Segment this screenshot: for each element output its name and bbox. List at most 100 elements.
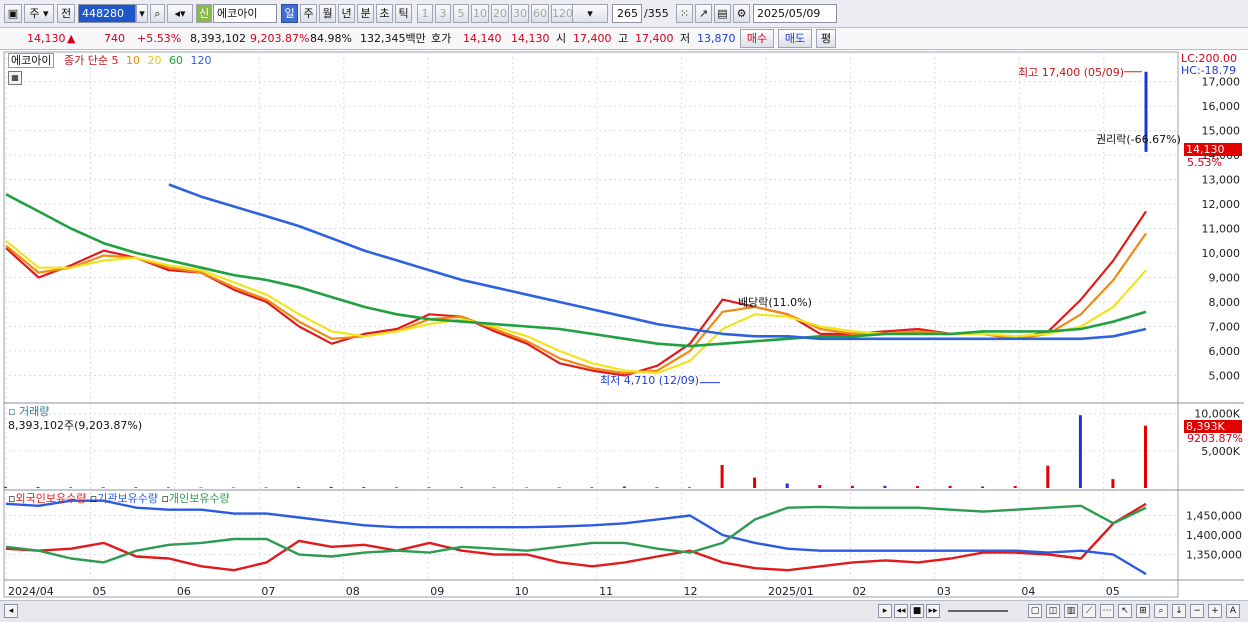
- month-label-1: 05: [92, 585, 106, 598]
- legend-ma20: 20: [147, 54, 162, 67]
- period-select-label: 주: [29, 7, 40, 20]
- volume-bar-30: [981, 486, 985, 488]
- font-size-icon[interactable]: A: [1226, 604, 1240, 618]
- high-value: 17,400: [635, 32, 674, 45]
- holdings-legend: ▫외국인보유수량 ▫기관보유수량 ▫개인보유수량: [8, 492, 230, 505]
- tools-icon[interactable]: ⋯: [1100, 604, 1114, 618]
- legend-foreign: 외국인보유수량: [15, 492, 87, 505]
- hc-label: HC:-18.79: [1181, 64, 1237, 77]
- volume-bar-9: [297, 487, 301, 488]
- rights-annotation: 권리락(-66.67%): [1096, 133, 1181, 146]
- prev-button[interactable]: 전: [57, 4, 75, 23]
- search-icon[interactable]: ⌕: [150, 4, 165, 23]
- volume-bar-6: [199, 487, 203, 488]
- legend-ma120: 120: [190, 54, 212, 67]
- gear-icon[interactable]: ⚙: [733, 4, 750, 23]
- price-tag: 14,130: [1184, 143, 1242, 156]
- change-value: 740: [104, 32, 125, 45]
- volume-bar-11: [362, 487, 366, 488]
- interval-tab-60[interactable]: 60: [531, 4, 549, 23]
- date-input[interactable]: 2025/05/09: [753, 4, 837, 23]
- month-label-3: 07: [261, 585, 275, 598]
- volume-bar-2: [69, 487, 73, 488]
- zoom-out-icon[interactable]: −: [1190, 604, 1204, 618]
- sell-button[interactable]: 매도: [778, 29, 812, 48]
- interval-tab-5[interactable]: 5: [453, 4, 469, 23]
- interval-dropdown[interactable]: ▾: [572, 4, 608, 23]
- open-value: 17,400: [573, 32, 612, 45]
- volume-bar-29: [948, 485, 952, 488]
- table-icon[interactable]: ▦: [8, 71, 22, 85]
- code-dropdown-icon[interactable]: ▾: [136, 4, 148, 23]
- volume-value: 8,393,102: [190, 32, 246, 45]
- volume-bar-3: [101, 487, 105, 488]
- open-label: 시: [556, 32, 567, 45]
- compare-icon[interactable]: ▥: [1064, 604, 1078, 618]
- stock-name-field[interactable]: 에코아이: [213, 4, 277, 23]
- legend-ma5: 5: [111, 54, 119, 67]
- scroll-right-icon[interactable]: ▸: [878, 604, 892, 618]
- arrow-down-icon[interactable]: ↓: [1172, 604, 1186, 618]
- stop-icon[interactable]: ■: [910, 604, 924, 618]
- chart-type-icon[interactable]: ▣: [4, 4, 22, 23]
- price-value: 14,130: [27, 32, 66, 45]
- price-tick-label-8: 13,000: [1202, 174, 1241, 187]
- interval-tab-10[interactable]: 10: [471, 4, 489, 23]
- volume-bar-1: [36, 487, 40, 488]
- price-tick-label-6: 11,000: [1202, 223, 1241, 236]
- trade-amount: 132,345백만: [360, 32, 426, 45]
- period-tab-1[interactable]: 주: [300, 4, 317, 23]
- period-tab-2[interactable]: 월: [319, 4, 336, 23]
- scroll-left-icon[interactable]: ◂: [4, 604, 18, 618]
- high-label: 고: [618, 32, 629, 45]
- zoom-slider[interactable]: [948, 610, 1008, 612]
- count-input[interactable]: 265: [612, 4, 642, 23]
- period-tab-3[interactable]: 년: [338, 4, 355, 23]
- rewind-icon[interactable]: ◂◂: [894, 604, 908, 618]
- eval-button[interactable]: 평: [816, 29, 836, 48]
- drawing-icon[interactable]: ⟋: [1082, 604, 1096, 618]
- month-label-2: 06: [177, 585, 191, 598]
- chart-icon[interactable]: ⊞: [1136, 604, 1150, 618]
- low-annotation: 최저 4,710 (12/09): [600, 374, 700, 387]
- new-listing-badge: 신: [196, 4, 212, 23]
- period-tab-5[interactable]: 초: [376, 4, 393, 23]
- legend-individual: 개인보유수량: [168, 492, 230, 505]
- volume-bar-28: [916, 486, 919, 488]
- interval-tab-3[interactable]: 3: [435, 4, 451, 23]
- legend-ma10: 10: [125, 54, 140, 67]
- split-icon[interactable]: ◫: [1046, 604, 1060, 618]
- volume-bar-10: [329, 486, 333, 488]
- turnover-rate: 84.98%: [310, 32, 352, 45]
- volume-legend-value: 8,393,102주(9,203.87%): [8, 419, 143, 432]
- period-tab-0[interactable]: 일: [281, 4, 298, 23]
- save-icon[interactable]: ▤: [714, 4, 731, 23]
- grid-icon[interactable]: ⁙: [676, 4, 693, 23]
- volume-bar-26: [850, 485, 854, 488]
- legend-title: 종가 단순: [63, 54, 108, 67]
- zoom-in-icon[interactable]: +: [1208, 604, 1222, 618]
- magnifier-icon[interactable]: ⌕: [1154, 604, 1168, 618]
- volume-bar-24: [785, 483, 789, 488]
- pointer-icon[interactable]: ↖: [1118, 604, 1132, 618]
- interval-tab-20[interactable]: 20: [491, 4, 509, 23]
- buy-button[interactable]: 매수: [740, 29, 774, 48]
- interval-tab-120[interactable]: 120: [551, 4, 573, 23]
- layout-icon[interactable]: ▢: [1028, 604, 1042, 618]
- play-icon[interactable]: ▸▸: [926, 604, 940, 618]
- volume-bar-5: [166, 487, 170, 488]
- period-tab-6[interactable]: 틱: [395, 4, 412, 23]
- speaker-icon[interactable]: ◂▾: [167, 4, 193, 23]
- price-tick-label-0: 5,000: [1209, 370, 1241, 383]
- interval-tab-1[interactable]: 1: [417, 4, 433, 23]
- month-label-9: 2025/01: [768, 585, 814, 598]
- cross-arrow-icon[interactable]: ↗: [695, 4, 712, 23]
- code-input[interactable]: 448280: [78, 4, 136, 23]
- period-select[interactable]: 주 ▾: [24, 4, 54, 23]
- volume-bar-32: [1046, 465, 1050, 488]
- interval-tab-30[interactable]: 30: [511, 4, 529, 23]
- volume-bar-35: [1144, 425, 1147, 488]
- volume-bar-14: [460, 487, 463, 488]
- low-label: 저: [680, 32, 691, 45]
- period-tab-4[interactable]: 분: [357, 4, 374, 23]
